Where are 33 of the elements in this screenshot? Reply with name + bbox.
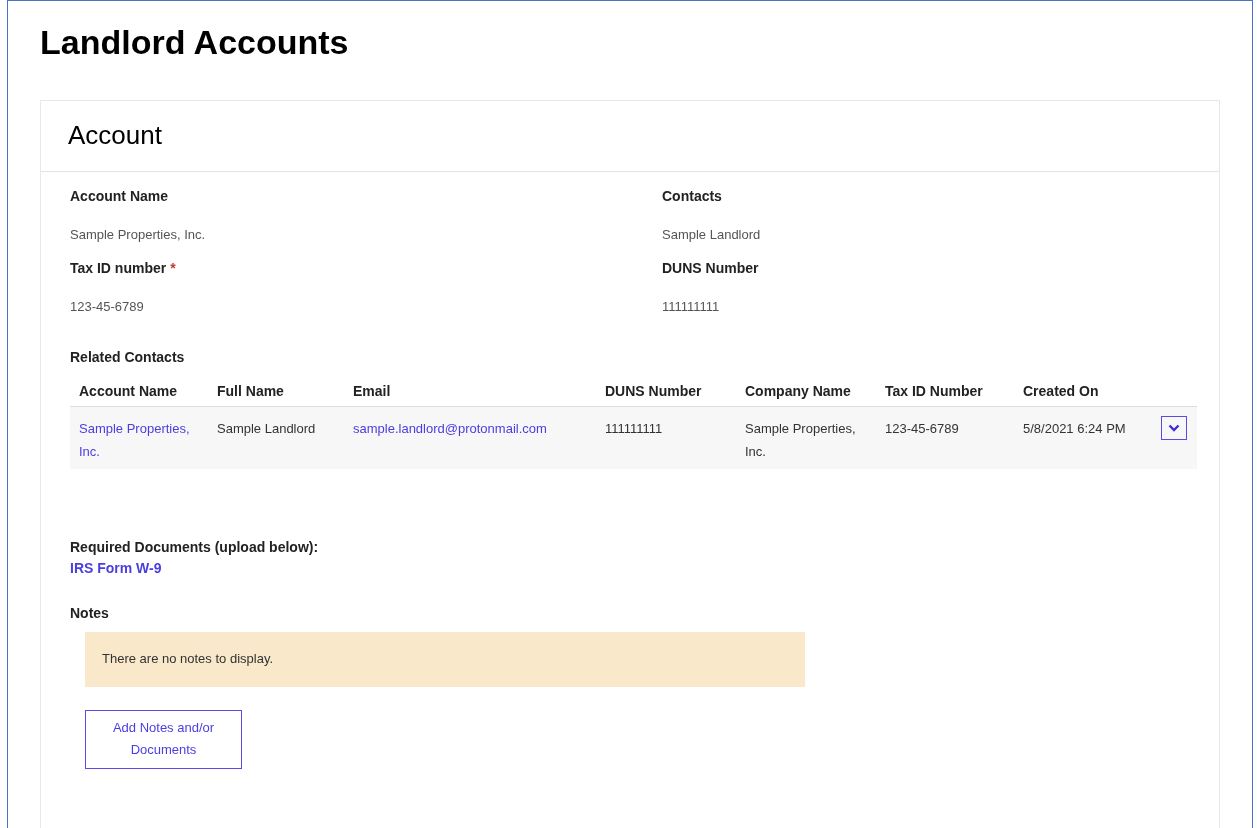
field-label: Account Name bbox=[70, 186, 169, 206]
field-value: Sample Properties, Inc. bbox=[70, 225, 206, 244]
field-label: Tax ID number bbox=[70, 259, 167, 278]
table-link[interactable]: sample.landlord@protonmail.com bbox=[353, 416, 593, 440]
section-heading: Notes bbox=[70, 603, 109, 623]
column-header: Account Name bbox=[79, 382, 178, 399]
table-cell: 5/8/2021 6:24 PM bbox=[1023, 420, 1126, 436]
required-mark: * bbox=[170, 259, 176, 278]
field-value: 111111111 bbox=[662, 298, 720, 316]
document-link[interactable]: IRS Form W-9 bbox=[70, 557, 162, 579]
field-value: 123-45-6789 bbox=[70, 298, 144, 316]
column-header: Tax ID Number bbox=[885, 382, 983, 399]
section-heading: Related Contacts bbox=[70, 347, 185, 367]
field-label: Contacts bbox=[662, 186, 722, 206]
column-header: DUNS Number bbox=[605, 382, 702, 399]
column-header: Created On bbox=[1023, 382, 1099, 399]
page-title: Landlord Accounts bbox=[40, 22, 349, 63]
add-notes-button[interactable]: Add Notes and/or Documents bbox=[85, 709, 242, 769]
column-header: Company Name bbox=[745, 382, 851, 399]
table-cell: Sample Landlord bbox=[217, 420, 316, 436]
field-label: DUNS Number bbox=[662, 259, 759, 278]
column-header: Full Name bbox=[217, 382, 284, 399]
table-cell: 111111111 bbox=[605, 420, 663, 436]
field-value: Sample Landlord bbox=[662, 225, 761, 244]
section-heading: Required Documents (upload below): bbox=[70, 537, 319, 557]
table-cell: Sample Properties, Inc. bbox=[745, 420, 856, 459]
empty-notes-banner: There are no notes to display. bbox=[85, 631, 805, 687]
column-header: Email bbox=[353, 382, 391, 399]
chevron-down-icon bbox=[1168, 423, 1180, 432]
table-link[interactable]: Sample Properties, Inc. bbox=[79, 416, 205, 463]
table-cell: 123-45-6789 bbox=[885, 420, 959, 436]
card-title: Account bbox=[68, 119, 162, 152]
row-menu-button[interactable] bbox=[1161, 415, 1187, 440]
